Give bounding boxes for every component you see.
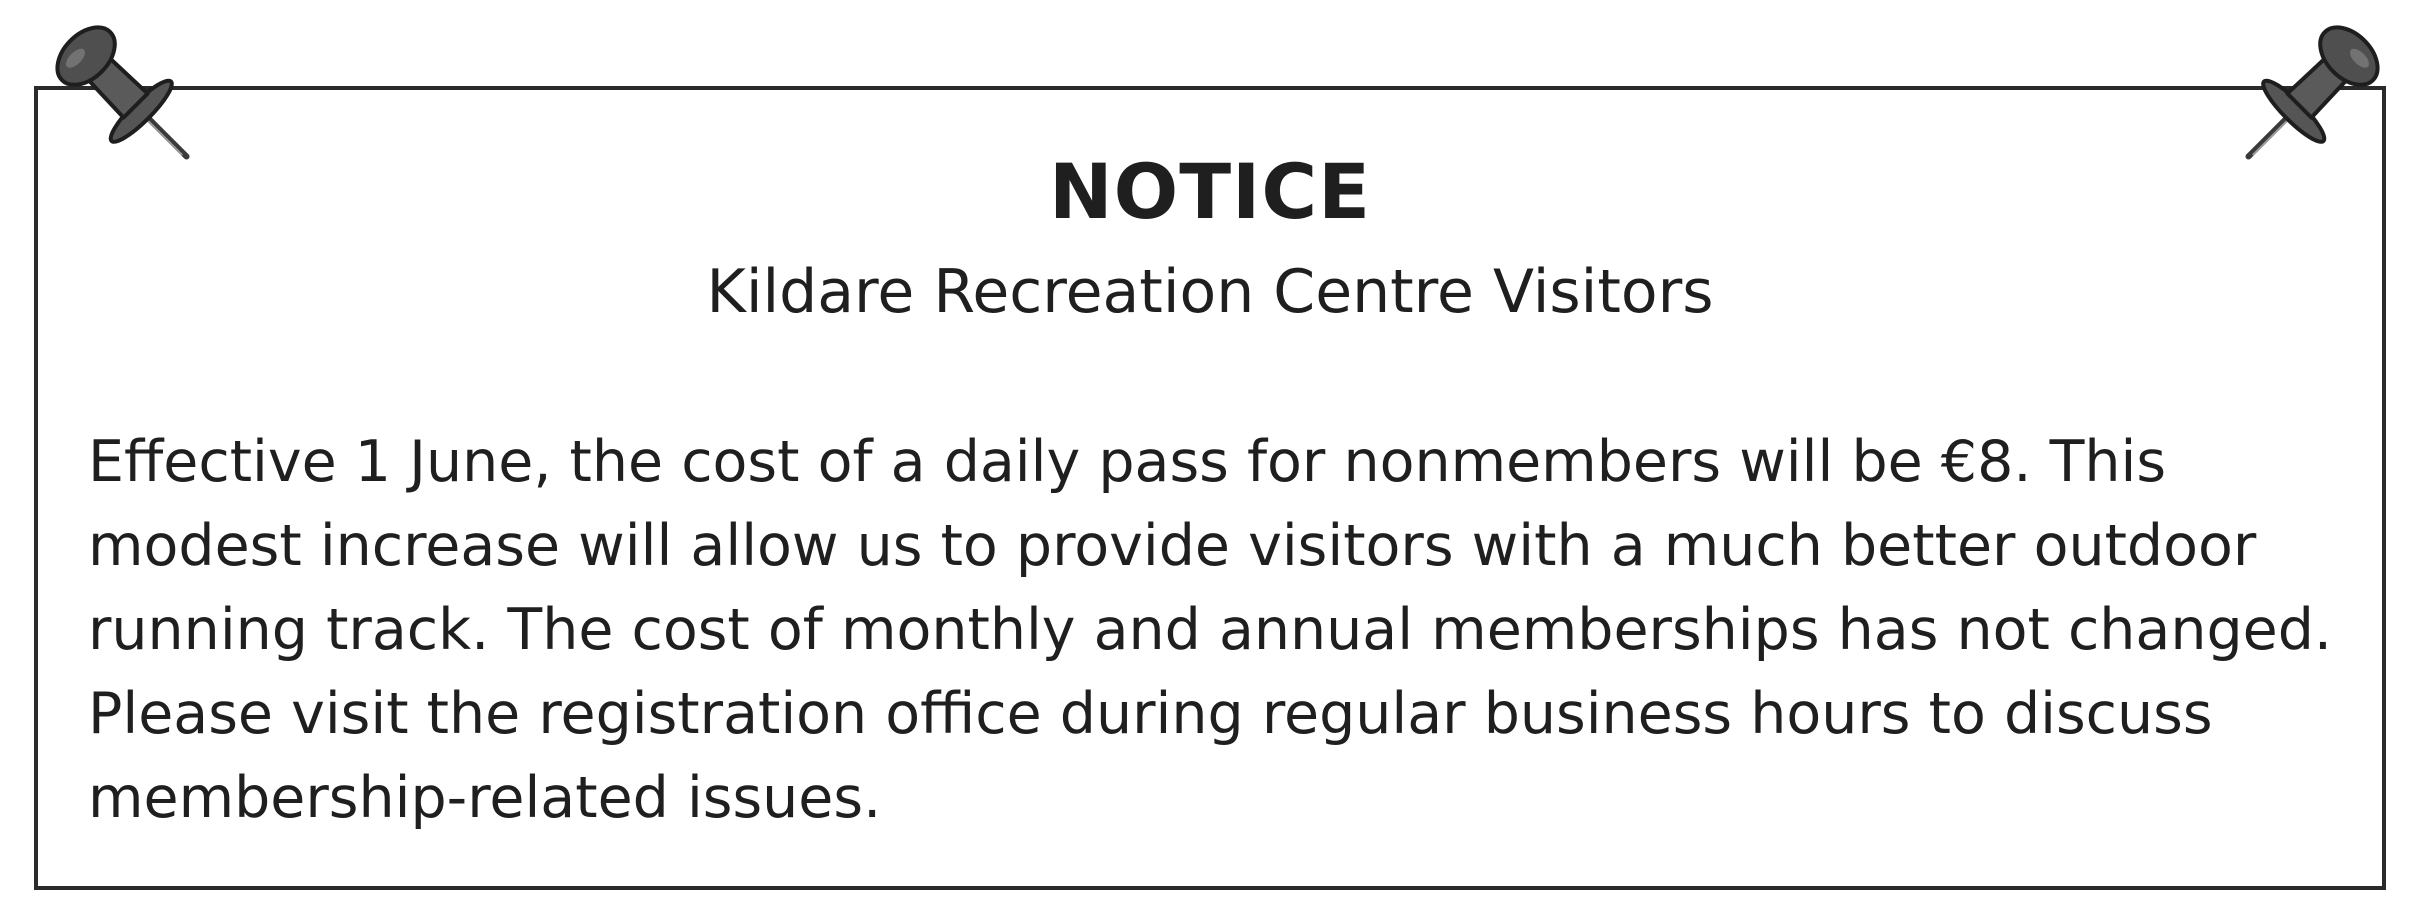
pushpin-icon <box>55 25 190 160</box>
notice-body: Effective 1 June, the cost of a daily pa… <box>88 420 2350 840</box>
notice-subtitle: Kildare Recreation Centre Visitors <box>706 257 1714 327</box>
pushpin-icon <box>2245 25 2380 160</box>
notice-body-line: membership-related issues. <box>88 765 882 831</box>
notice-title: NOTICE <box>1048 147 1372 236</box>
notice-body-line: Please visit the registration office dur… <box>88 681 2213 747</box>
notice-body-line: modest increase will allow us to provide… <box>88 513 2257 579</box>
notice-board: NOTICE Kildare Recreation Centre Visitor… <box>34 86 2386 890</box>
notice-body-line: running track. The cost of monthly and a… <box>88 597 2333 663</box>
notice-body-line: Effective 1 June, the cost of a daily pa… <box>88 429 2167 495</box>
